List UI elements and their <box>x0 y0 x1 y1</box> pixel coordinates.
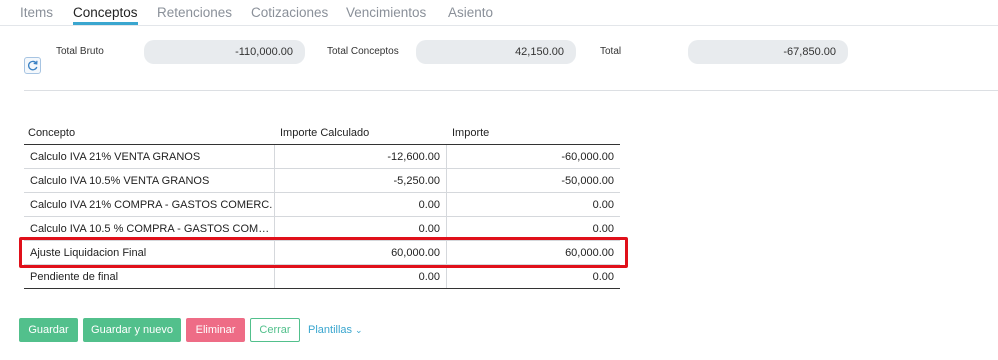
concepto-cell[interactable]: Calculo IVA 21% VENTA GRANOS <box>24 145 275 168</box>
table-row[interactable]: Calculo IVA 21% VENTA GRANOS -12,600.00 -6… <box>24 145 620 169</box>
importe-cell[interactable]: -60,000.00 <box>448 145 620 168</box>
table-body: Calculo IVA 21% VENTA GRANOS -12,600.00 -6… <box>24 145 620 289</box>
column-header-importe[interactable]: Importe <box>452 127 489 139</box>
table-row[interactable]: Calculo IVA 21% COMPRA - GASTOS COMERC. 0… <box>24 193 620 217</box>
table-header: Concepto Importe Calculado Importe <box>24 122 620 145</box>
delete-button[interactable]: Eliminar <box>186 318 245 342</box>
importe-cell[interactable]: 0.00 <box>448 193 620 216</box>
table-row[interactable]: Calculo IVA 10.5% VENTA GRANOS -5,250.00-… <box>24 169 620 193</box>
close-button[interactable]: Cerrar <box>250 318 300 342</box>
tab-vencimientos[interactable]: Vencimientos <box>346 5 426 20</box>
templates-label: Plantillas <box>308 324 353 336</box>
table-row[interactable]: Ajuste Liquidacion Final 60,000.00 60,000.… <box>24 241 620 265</box>
concepto-cell[interactable]: Ajuste Liquidacion Final <box>24 241 275 264</box>
importe-calculado-cell[interactable]: 0.00 <box>276 193 447 216</box>
templates-dropdown[interactable]: Plantillas ⌄ <box>308 318 368 342</box>
total-conceptos-field: 42,150.00 <box>416 40 576 64</box>
table-row[interactable]: Pendiente de final 0.00 0.00 <box>24 265 620 289</box>
tab-retenciones[interactable]: Retenciones <box>157 5 232 20</box>
importe-calculado-cell[interactable]: 0.00 <box>276 265 447 288</box>
total-bruto-field: -110,000.00 <box>144 40 305 64</box>
importe-cell[interactable]: 60,000.00 <box>448 241 620 264</box>
refresh-button[interactable] <box>24 57 41 74</box>
total-field: -67,850.00 <box>688 40 848 64</box>
save-button[interactable]: Guardar <box>19 318 78 342</box>
concepto-cell[interactable]: Calculo IVA 21% COMPRA - GASTOS COMERC. <box>24 193 275 216</box>
importe-cell[interactable]: -50,000.00 <box>448 169 620 192</box>
refresh-icon <box>28 60 38 71</box>
chevron-down-icon: ⌄ <box>355 325 363 335</box>
table-row[interactable]: Calculo IVA 10.5 % COMPRA - GASTOS COMER… <box>24 217 620 241</box>
importe-calculado-cell[interactable]: -5,250.00 <box>276 169 447 192</box>
concepto-cell[interactable]: Calculo IVA 10.5 % COMPRA - GASTOS COMER… <box>24 217 275 240</box>
conceptos-table: Concepto Importe Calculado Importe Calcu… <box>24 122 620 289</box>
total-label: Total <box>600 46 622 57</box>
concepto-cell[interactable]: Pendiente de final <box>24 265 275 288</box>
importe-calculado-cell[interactable]: 60,000.00 <box>276 241 447 264</box>
total-bruto-label: Total Bruto <box>56 46 104 57</box>
tab-asiento[interactable]: Asiento <box>448 5 493 20</box>
tab-items[interactable]: Items <box>20 5 53 20</box>
divider <box>24 90 998 91</box>
column-header-concepto[interactable]: Concepto <box>28 127 75 139</box>
tab-bar: Items Conceptos Retenciones Cotizaciones… <box>0 0 998 26</box>
importe-cell[interactable]: 0.00 <box>448 217 620 240</box>
tab-conceptos[interactable]: Conceptos <box>73 5 138 25</box>
tab-cotizaciones[interactable]: Cotizaciones <box>251 5 328 20</box>
concepto-cell[interactable]: Calculo IVA 10.5% VENTA GRANOS <box>24 169 275 192</box>
column-header-importe-calculado[interactable]: Importe Calculado <box>280 127 369 139</box>
importe-calculado-cell[interactable]: -12,600.00 <box>276 145 447 168</box>
importe-cell[interactable]: 0.00 <box>448 265 620 288</box>
save-and-new-button[interactable]: Guardar y nuevo <box>83 318 181 342</box>
total-conceptos-label: Total Conceptos <box>327 46 399 57</box>
importe-calculado-cell[interactable]: 0.00 <box>276 217 447 240</box>
